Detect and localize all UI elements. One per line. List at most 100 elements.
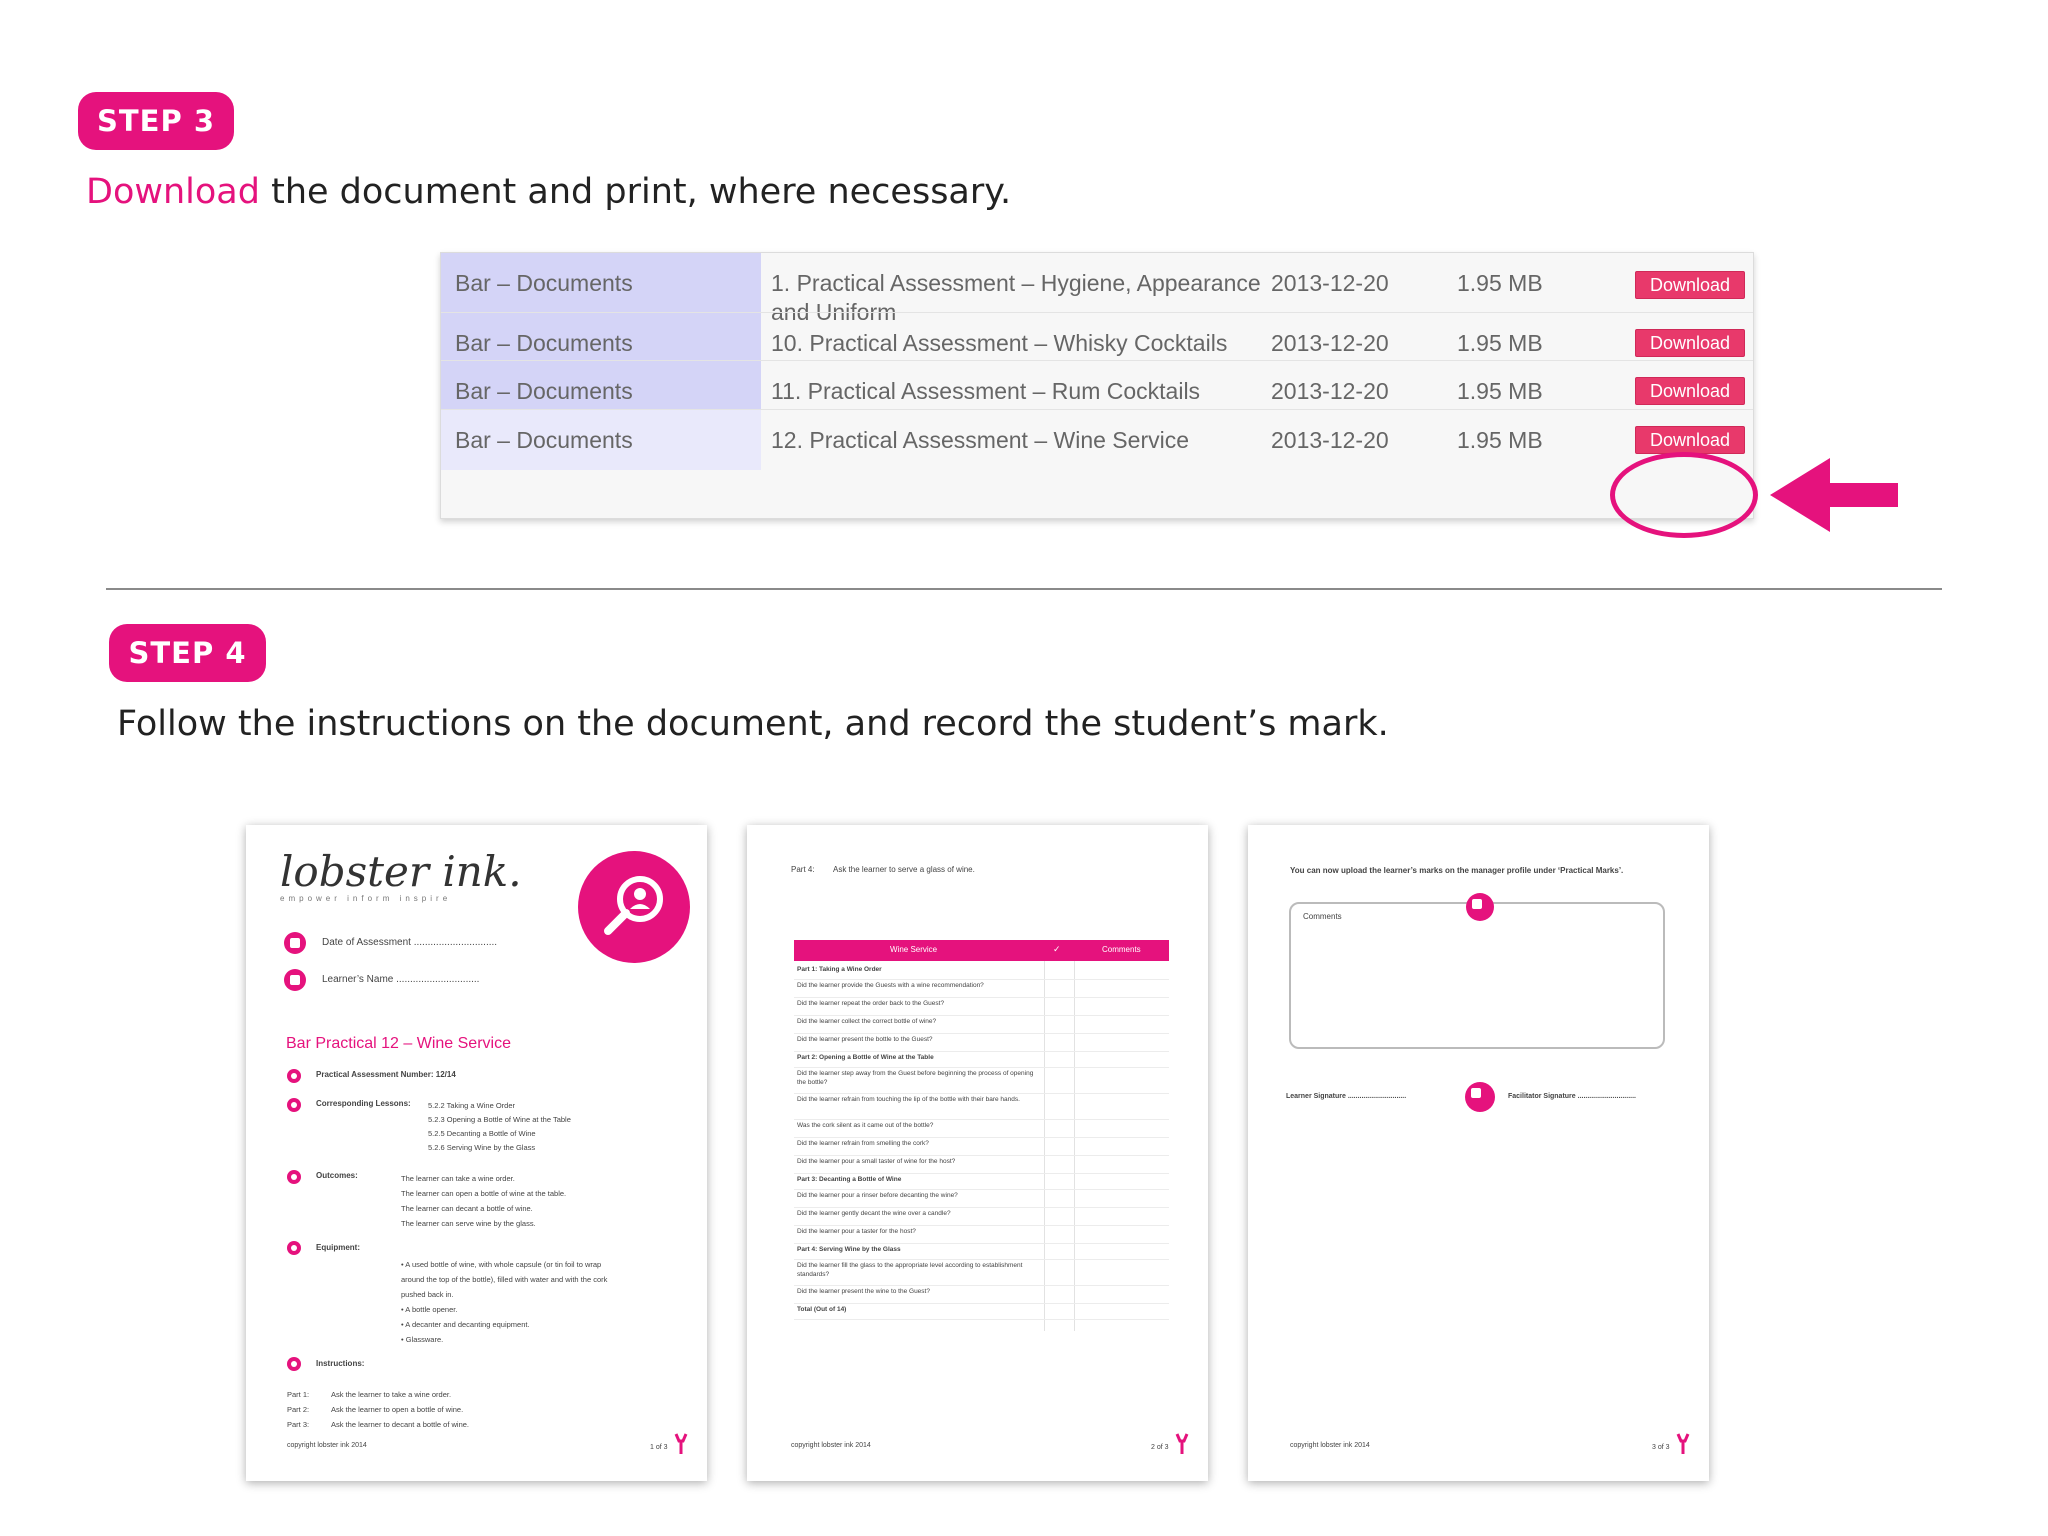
outcomes-list: The learner can take a wine order. The le…	[401, 1171, 566, 1231]
instruction-text: Ask the learner to decant a bottle of wi…	[331, 1420, 469, 1429]
step-3-badge: STEP 3	[78, 92, 234, 150]
instruction-item: Part 3: Ask the learner to decant a bottl…	[287, 1417, 469, 1432]
download-button[interactable]: Download	[1635, 426, 1745, 454]
copyright: copyright lobster ink 2014	[1290, 1442, 1370, 1449]
row-divider	[794, 1033, 1169, 1034]
instruction-item: Part 2: Ask the learner to open a bottle …	[287, 1402, 469, 1417]
checklist-row: Did the learner pour a taster for the ho…	[797, 1228, 916, 1235]
page-number: 3 of 3	[1652, 1444, 1670, 1451]
comments-label: Comments	[1303, 912, 1342, 921]
lessons-icon	[287, 1098, 301, 1112]
checklist-row: Part 1: Taking a Wine Order	[797, 966, 882, 973]
outcome-item: The learner can open a bottle of wine at…	[401, 1189, 567, 1198]
checklist-row: Part 3: Decanting a Bottle of Wine	[797, 1176, 902, 1183]
page-number: 1 of 3	[650, 1444, 668, 1451]
checklist-row: Did the learner refrain from smelling th…	[797, 1140, 929, 1147]
row-divider	[794, 1067, 1169, 1068]
row-divider	[794, 1243, 1169, 1244]
row-divider	[794, 1173, 1169, 1174]
outcomes-icon	[287, 1170, 301, 1184]
highlight-circle	[1610, 452, 1758, 538]
equipment-icon	[287, 1241, 301, 1255]
row-divider	[794, 1207, 1169, 1208]
instruction-part: Part 2:	[287, 1405, 310, 1414]
pointer-arrow-icon	[1770, 458, 1898, 532]
equipment-item: • Glassware.	[401, 1335, 444, 1344]
download-button[interactable]: Download	[1635, 377, 1745, 405]
date-of-assessment-label: Date of Assessment .....................…	[322, 937, 498, 948]
checklist-row: Did the learner gently decant the wine o…	[797, 1210, 951, 1217]
equipment-item: pushed back in.	[401, 1290, 454, 1299]
size-cell: 1.95 MB	[1457, 378, 1543, 404]
checklist-row: Did the learner present the bottle to th…	[797, 1036, 933, 1043]
document-title-cell[interactable]: 12. Practical Assessment – Wine Service	[771, 426, 1261, 455]
checklist-row: Did the learner refrain from touching th…	[797, 1096, 1020, 1103]
category-cell: Bar – Documents	[441, 361, 761, 410]
outcome-item: The learner can decant a bottle of wine.	[401, 1204, 533, 1213]
section-divider	[106, 588, 1942, 590]
learner-icon	[284, 969, 306, 991]
checklist-row: Did the learner provide the Guests with …	[797, 982, 984, 989]
row-divider	[794, 1119, 1169, 1120]
outcome-item: The learner can serve wine by the glass.	[401, 1219, 536, 1228]
lobster-icon	[1676, 1433, 1690, 1454]
row-divider	[794, 979, 1169, 980]
date-cell: 2013-12-20	[1271, 378, 1389, 404]
lobster-icon	[1175, 1433, 1189, 1454]
assessment-number: Practical Assessment Number: 12/14	[316, 1070, 456, 1079]
facilitator-signature: Facilitator Signature ..................…	[1508, 1093, 1636, 1100]
equipment-item: • A used bottle of wine, with whole caps…	[401, 1260, 602, 1269]
date-cell: 2013-12-20	[1271, 270, 1389, 296]
lesson-item: 5.2.6 Serving Wine by the Glass	[428, 1143, 536, 1152]
instruction-part: Part 3:	[287, 1420, 310, 1429]
document-page-3: You can now upload the learner’s marks o…	[1248, 825, 1709, 1481]
download-button[interactable]: Download	[1635, 271, 1745, 299]
document-title-cell[interactable]: 10. Practical Assessment – Whisky Cockta…	[771, 329, 1261, 358]
instructions-list: Part 1: Ask the learner to take a wine or…	[287, 1387, 469, 1432]
comment-icon	[1466, 893, 1494, 921]
checklist-row: Did the learner present the wine to the …	[797, 1288, 930, 1295]
row-divider	[794, 1285, 1169, 1286]
lobster-icon	[674, 1433, 688, 1454]
checklist-row: Did the learner step away from the Guest…	[797, 1070, 1034, 1086]
table-header: Wine Service ✓ Comments	[794, 940, 1169, 961]
date-cell: 2013-12-20	[1271, 427, 1389, 453]
instruction-item: Part 1: Ask the learner to take a wine or…	[287, 1387, 469, 1402]
copyright: copyright lobster ink 2014	[287, 1442, 367, 1449]
checklist-row: Did the learner repeat the order back to…	[797, 1000, 945, 1007]
document-page-2: Part 4: Ask the learner to serve a glass…	[747, 825, 1208, 1481]
outcomes-label: Outcomes:	[316, 1171, 358, 1180]
size-cell: 1.95 MB	[1457, 330, 1543, 356]
step-3-instruction-rest: the document and print, where necessary.	[259, 172, 1012, 212]
row-divider	[794, 1093, 1169, 1094]
step-4-instruction: Follow the instructions on the document,…	[117, 704, 1389, 744]
date-cell: 2013-12-20	[1271, 330, 1389, 356]
table-row: Bar – Documents 1. Practical Assessment –…	[441, 253, 1753, 325]
part-4-text: Ask the learner to serve a glass of wine…	[833, 865, 975, 874]
row-divider	[794, 1259, 1169, 1260]
lesson-item: 5.2.2 Taking a Wine Order	[428, 1101, 515, 1110]
document-title-cell[interactable]: 11. Practical Assessment – Rum Cocktails	[771, 377, 1261, 406]
step-3-instruction: Download the document and print, where n…	[86, 172, 1011, 212]
download-button[interactable]: Download	[1635, 329, 1745, 357]
equipment-item: • A decanter and decanting equipment.	[401, 1320, 530, 1329]
copyright: copyright lobster ink 2014	[791, 1442, 871, 1449]
row-divider	[794, 1155, 1169, 1156]
category-cell: Bar – Documents	[441, 410, 761, 470]
page-number: 2 of 3	[1151, 1444, 1169, 1451]
instruction-text: Ask the learner to open a bottle of wine…	[331, 1405, 464, 1414]
table-body: Part 1: Taking a Wine Order Did the learn…	[794, 961, 1169, 1331]
lobster-ink-logo: lobster ink. empower inform inspire	[280, 847, 522, 903]
checklist-row: Was the cork silent as it came out of th…	[797, 1122, 934, 1129]
row-divider	[794, 1051, 1169, 1052]
checklist-row: Did the learner pour a rinser before dec…	[797, 1192, 958, 1199]
checklist-row: Part 2: Opening a Bottle of Wine at the …	[797, 1054, 934, 1061]
outcome-item: The learner can take a wine order.	[401, 1174, 515, 1183]
learner-name-label: Learner’s Name .........................…	[322, 974, 480, 985]
assessment-number-icon	[287, 1069, 301, 1083]
checklist-row: Did the learner collect the correct bott…	[797, 1018, 937, 1025]
download-link-text: Download	[86, 172, 260, 212]
row-divider	[794, 1319, 1169, 1320]
table-row: Bar – Documents 10. Practical Assessment …	[441, 312, 1753, 361]
row-divider	[794, 1189, 1169, 1190]
